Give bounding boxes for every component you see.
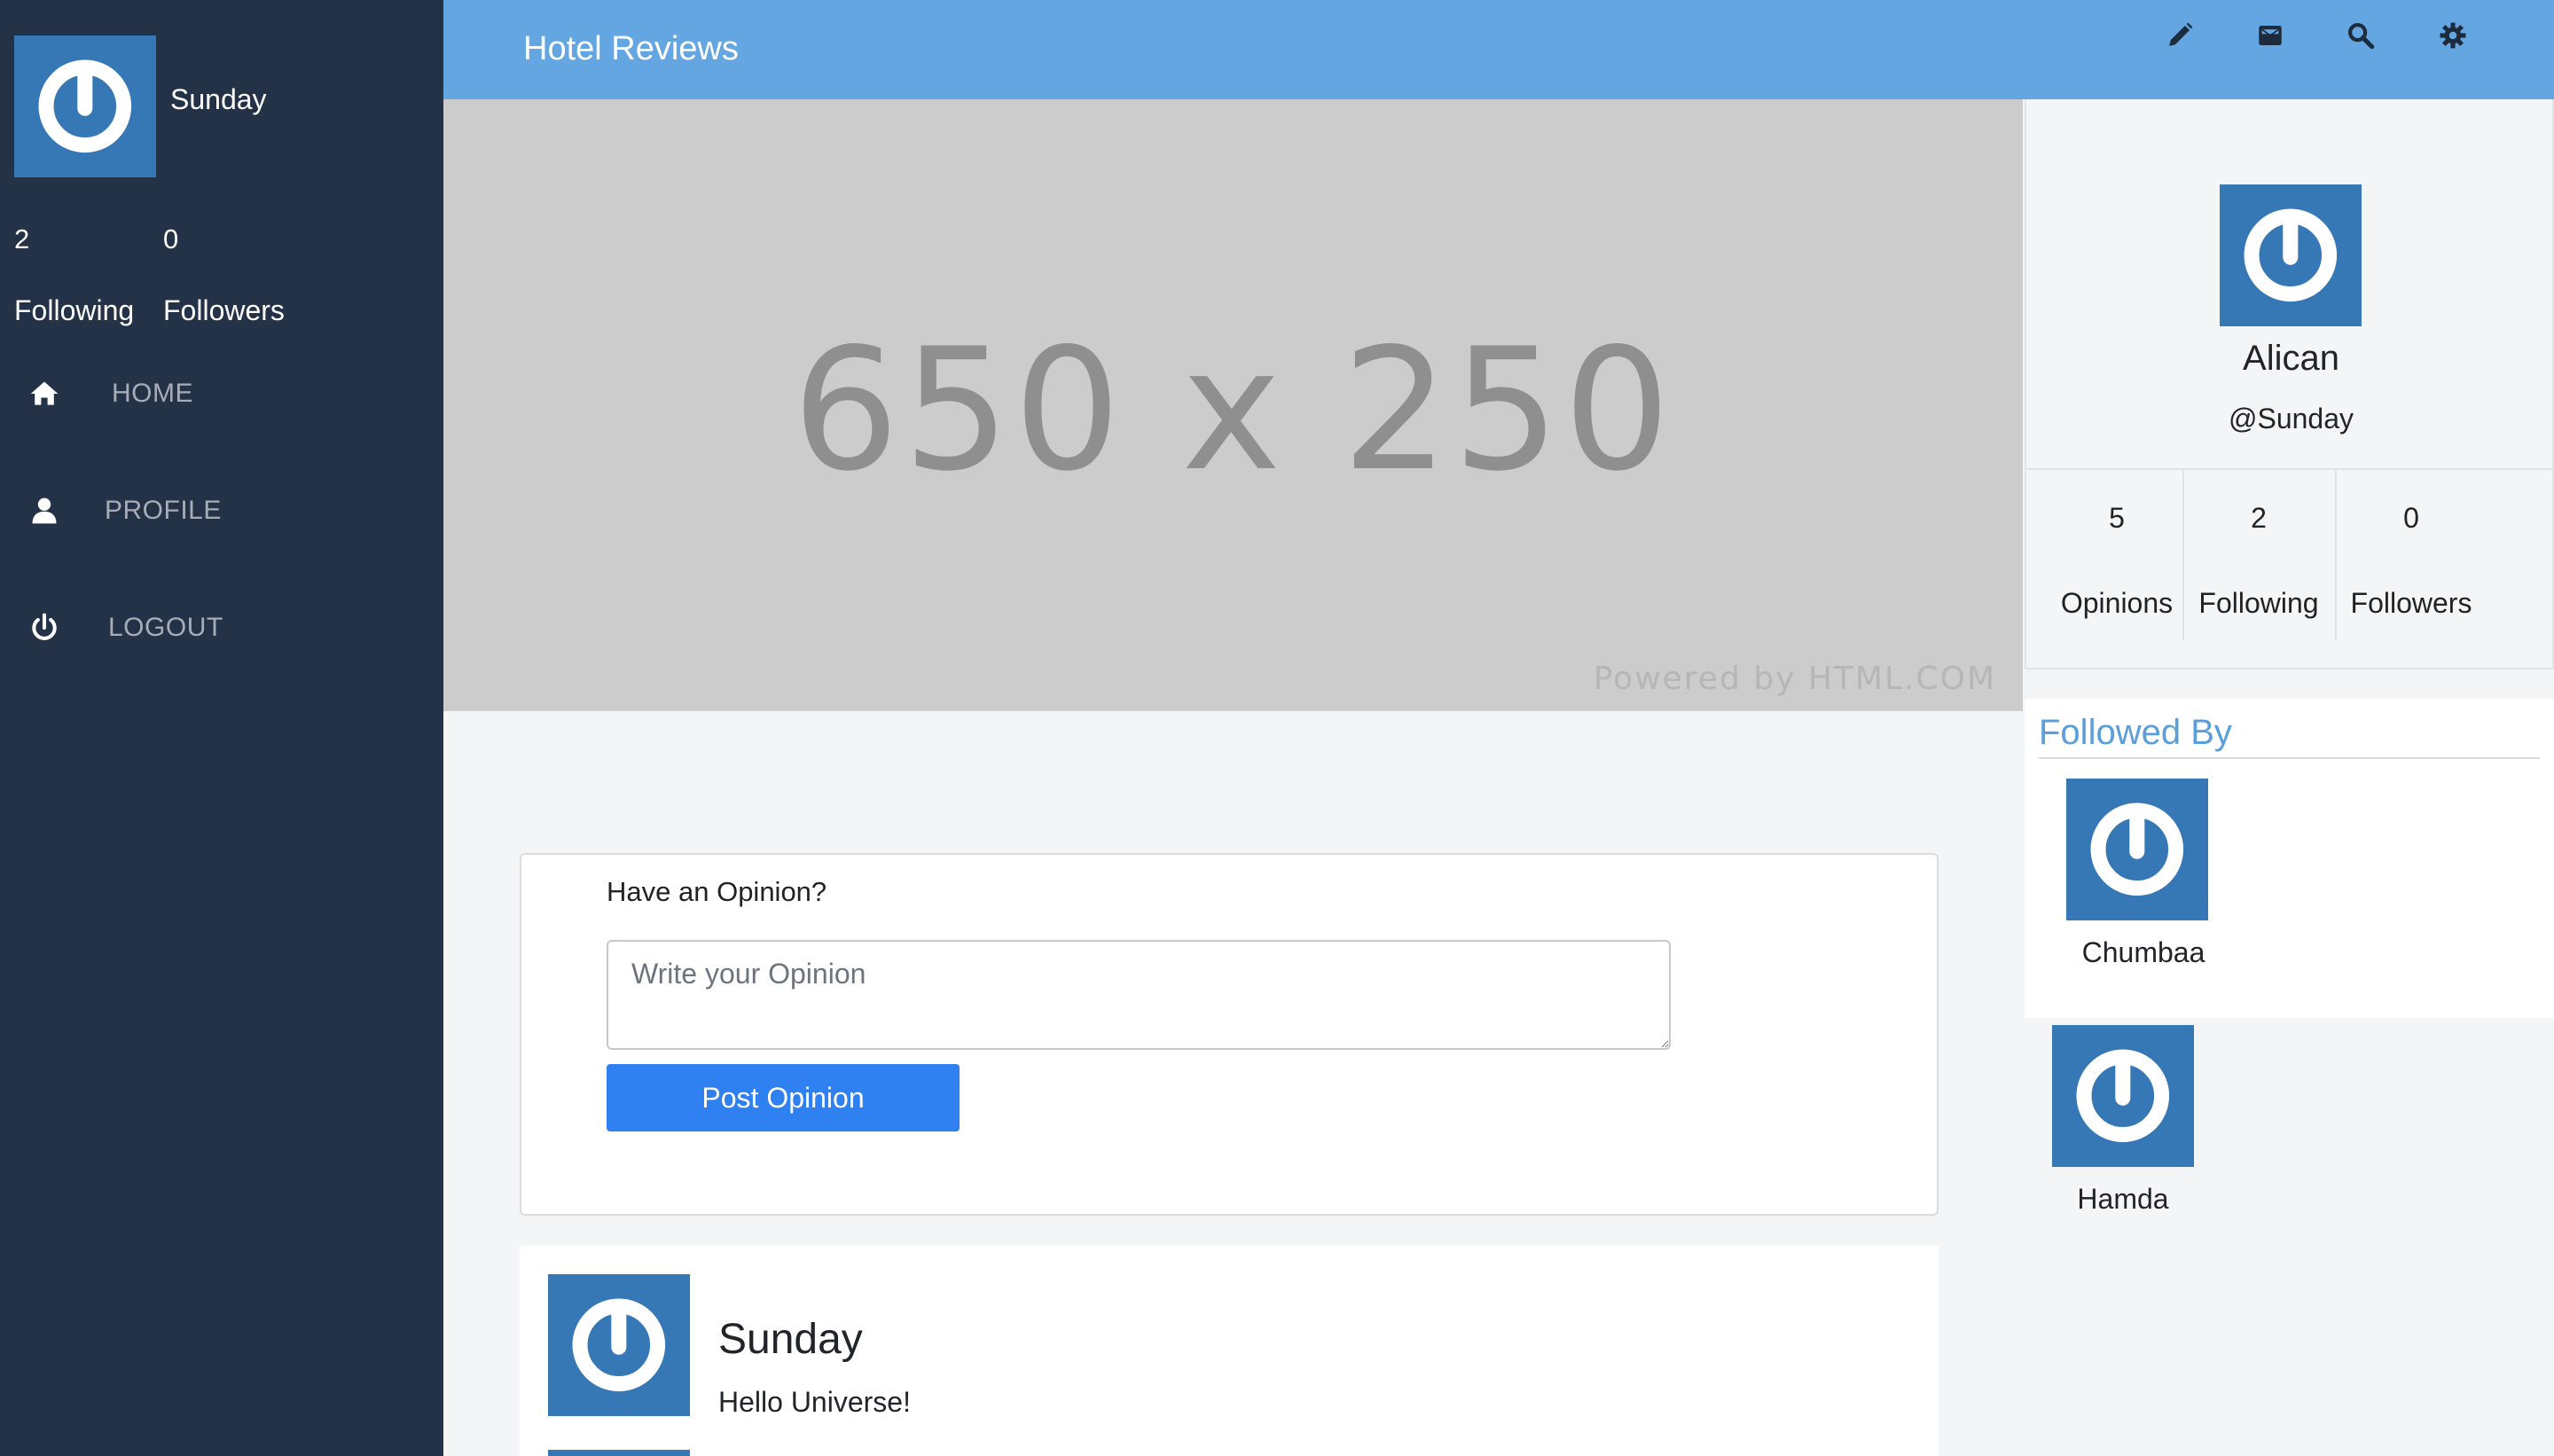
gear-icon[interactable]: [2435, 18, 2471, 53]
followed-by-title: Followed By: [2039, 713, 2232, 752]
profile-name: Alican: [2243, 339, 2339, 378]
stat-following[interactable]: 2 Following: [2182, 470, 2333, 640]
opinion-form-title: Have an Opinion?: [607, 876, 827, 907]
sidebar-followers-label[interactable]: Followers: [163, 294, 285, 327]
avatar[interactable]: [14, 35, 156, 177]
post-card: Sunday Hello Universe!: [520, 1246, 1939, 1456]
home-icon: [27, 376, 62, 411]
profile-stats: 5 Opinions 2 Following 0 Followers: [2026, 468, 2554, 668]
sidebar-followers-count: 0: [163, 223, 179, 254]
stat-following-label: Following: [2198, 587, 2319, 619]
power-logo-icon: [2076, 1049, 2170, 1143]
power-logo-icon: [2090, 802, 2184, 896]
nav-item-profile[interactable]: PROFILE: [0, 475, 443, 546]
power-logo-icon: [38, 59, 132, 153]
stat-followers[interactable]: 0 Followers: [2335, 470, 2486, 640]
avatar[interactable]: [2220, 184, 2362, 326]
follower-item[interactable]: Chumbaa: [2066, 779, 2244, 968]
avatar[interactable]: [548, 1274, 690, 1416]
nav-item-logout[interactable]: LOGOUT: [0, 592, 443, 663]
post-text: Hello Universe!: [718, 1386, 911, 1418]
sidebar-following-label[interactable]: Following: [14, 294, 134, 327]
stat-opinions-value: 5: [2109, 502, 2125, 534]
profile-handle: @Sunday: [2228, 403, 2354, 434]
user-icon: [27, 493, 62, 528]
stat-followers-value: 0: [2403, 502, 2419, 534]
follower-name: Chumbaa: [2081, 936, 2205, 968]
banner-dimensions: 650 x 250: [792, 312, 1674, 508]
nav-item-home[interactable]: HOME: [0, 358, 443, 429]
avatar[interactable]: [2052, 1025, 2194, 1167]
divider: [2039, 757, 2540, 759]
nav-label-profile: PROFILE: [105, 496, 222, 525]
sidebar-following-count: 2: [14, 223, 30, 254]
opinion-input[interactable]: [607, 940, 1671, 1050]
power-logo-icon: [572, 1298, 666, 1392]
pencil-icon[interactable]: [2162, 18, 2198, 53]
envelope-icon[interactable]: [2252, 18, 2288, 53]
stat-opinions-label: Opinions: [2060, 587, 2174, 619]
banner-powered-by: Powered by HTML.COM: [1593, 661, 1996, 697]
post-author[interactable]: Sunday: [718, 1315, 863, 1364]
stat-followers-label: Followers: [2350, 587, 2472, 619]
power-icon: [27, 610, 62, 646]
stat-following-value: 2: [2251, 502, 2267, 534]
search-icon[interactable]: [2343, 18, 2378, 53]
sidebar: Sunday 2 0 Following Followers HOME PROF…: [0, 0, 443, 1456]
opinion-form: Have an Opinion? Post Opinion: [520, 853, 1939, 1216]
nav-label-home: HOME: [112, 379, 193, 408]
followed-by-panel: Followed By Chumbaa: [2025, 699, 2554, 1018]
nav-label-logout: LOGOUT: [108, 613, 223, 642]
profile-card: Alican @Sunday 5 Opinions 2 Following 0 …: [2025, 99, 2554, 669]
post-opinion-button[interactable]: Post Opinion: [607, 1064, 960, 1131]
avatar[interactable]: [2066, 779, 2208, 920]
follower-item[interactable]: Hamda: [2052, 1025, 2229, 1215]
sidebar-username: Sunday: [170, 83, 267, 115]
page-title[interactable]: Hotel Reviews: [523, 30, 739, 68]
next-post-avatar: [548, 1450, 690, 1456]
top-bar: Hotel Reviews: [443, 0, 2554, 99]
follower-name: Hamda: [2077, 1183, 2169, 1215]
power-logo-icon: [2244, 208, 2338, 302]
banner-image: 650 x 250 Powered by HTML.COM: [443, 99, 2023, 711]
stat-opinions[interactable]: 5 Opinions: [2041, 470, 2193, 669]
